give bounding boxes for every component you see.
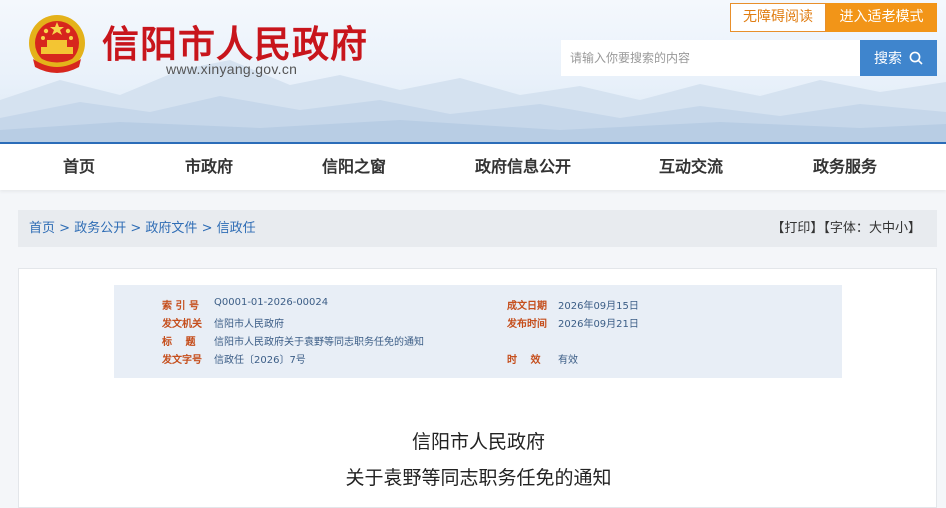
meta-created-value: 2026年09月15日 <box>558 301 639 312</box>
breadcrumb: 首页 > 政务公开 > 政府文件 > 信政任 <box>29 210 256 247</box>
site-title: 信阳市人民政府 <box>102 23 368 66</box>
breadcrumb-gov-docs[interactable]: 政府文件 <box>145 221 197 236</box>
search-icon <box>909 51 923 65</box>
document-title-line-1: 信阳市人民政府 <box>411 431 545 453</box>
search-input[interactable]: 请输入你要搜索的内容 <box>561 40 860 76</box>
page-tools: 【打印】【字体：大中小】 <box>771 210 921 247</box>
meta-issuer-label: 发文机关 <box>162 319 202 330</box>
breadcrumb-gov-affairs[interactable]: 政务公开 <box>74 221 126 236</box>
meta-published-value: 2026年09月21日 <box>558 319 639 330</box>
article-panel: 索 引 号 Q0001-01-2026-00024 发文机关 信阳市人民政府 标… <box>18 268 937 508</box>
nav-item-services[interactable]: 政务服务 <box>775 144 915 190</box>
nav-item-xinyang-window[interactable]: 信阳之窗 <box>284 144 424 190</box>
accessibility-button[interactable]: 无障碍阅读 <box>730 3 826 32</box>
font-size-label: 【字体： <box>823 221 869 236</box>
nav-item-interaction[interactable]: 互动交流 <box>621 144 761 190</box>
breadcrumb-xinzhengren[interactable]: 信政任 <box>217 221 256 236</box>
print-button[interactable]: 【打印】 <box>771 221 823 236</box>
nav-item-home[interactable]: 首页 <box>9 144 149 190</box>
meta-validity-value: 有效 <box>558 355 578 366</box>
site-url: www.xinyang.gov.cn <box>166 61 298 77</box>
font-size-small[interactable]: 小 <box>895 221 908 236</box>
breadcrumb-bar: 首页 > 政务公开 > 政府文件 > 信政任 【打印】【字体：大中小】 <box>18 210 937 247</box>
meta-validity-label: 时 效 <box>507 355 541 366</box>
meta-index-label: 索 引 号 <box>162 301 199 312</box>
breadcrumb-separator: > <box>130 221 142 236</box>
main-nav: 首页 市政府 信阳之窗 政府信息公开 互动交流 政务服务 <box>0 142 946 190</box>
meta-docno-value: 信政任〔2026〕7号 <box>214 355 306 366</box>
breadcrumb-separator: > <box>59 221 71 236</box>
document-title-line-2: 关于袁野等同志职务任免的通知 <box>345 467 612 489</box>
meta-title-label: 标 题 <box>162 337 196 348</box>
elder-mode-button[interactable]: 进入适老模式 <box>826 3 937 32</box>
font-size-medium[interactable]: 中 <box>882 221 895 236</box>
meta-published-label: 发布时间 <box>507 319 547 330</box>
meta-created-label: 成文日期 <box>507 301 547 312</box>
meta-issuer-value: 信阳市人民政府 <box>214 319 284 330</box>
meta-index-value: Q0001-01-2026-00024 <box>214 297 329 308</box>
site-header: 信阳市人民政府 www.xinyang.gov.cn 无障碍阅读 进入适老模式 … <box>0 0 946 142</box>
document-meta-table: 索 引 号 Q0001-01-2026-00024 发文机关 信阳市人民政府 标… <box>114 285 842 378</box>
national-emblem-icon <box>29 15 85 73</box>
nav-item-info-disclosure[interactable]: 政府信息公开 <box>453 144 593 190</box>
meta-docno-label: 发文字号 <box>162 355 202 366</box>
meta-title-value: 信阳市人民政府关于袁野等同志职务任免的通知 <box>214 337 424 348</box>
font-size-close: 】 <box>907 221 921 236</box>
breadcrumb-home[interactable]: 首页 <box>29 221 55 236</box>
font-size-large[interactable]: 大 <box>869 221 882 236</box>
nav-item-city-government[interactable]: 市政府 <box>139 144 279 190</box>
search-button[interactable]: 搜索 <box>860 40 937 76</box>
search-button-label: 搜索 <box>874 51 902 67</box>
breadcrumb-separator: > <box>201 221 213 236</box>
